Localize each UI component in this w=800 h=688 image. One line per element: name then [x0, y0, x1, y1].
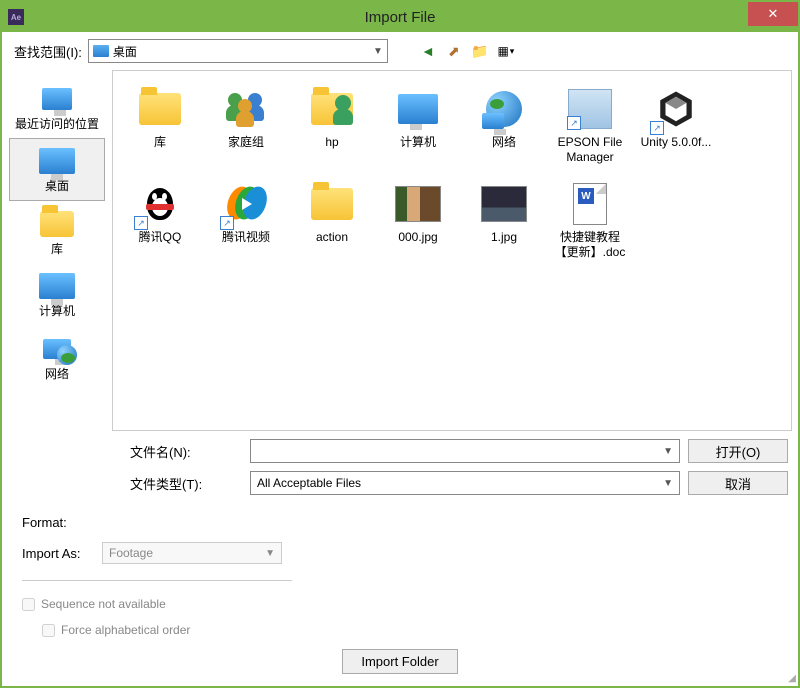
file-item-hp[interactable]: hp — [289, 81, 375, 176]
sidebar-item-recent[interactable]: 最近访问的位置 — [9, 76, 105, 138]
import-as-label: Import As: — [22, 546, 92, 561]
format-label: Format: — [22, 515, 92, 530]
file-item-homegroup[interactable]: 家庭组 — [203, 81, 289, 176]
close-button[interactable]: ✕ — [748, 2, 798, 26]
filename-section: 文件名(N): ▼ 打开(O) 文件类型(T): All Acceptable … — [112, 431, 798, 503]
toolbar: 查找范围(I): 桌面 ▼ ◄ ⬈ 📁 ▦▾ — [2, 32, 798, 70]
chevron-down-icon: ▼ — [265, 548, 275, 559]
file-item-unity[interactable]: ↗Unity 5.0.0f... — [633, 81, 719, 176]
cancel-button[interactable]: 取消 — [688, 471, 788, 495]
sequence-checkbox: Sequence not available — [22, 597, 778, 611]
file-item-network[interactable]: 网络 — [461, 81, 547, 176]
file-item-epson[interactable]: ↗EPSON File Manager — [547, 81, 633, 176]
divider — [22, 580, 292, 581]
file-item-tencent-video[interactable]: ↗腾讯视频 — [203, 176, 289, 271]
app-icon: Ae — [8, 9, 24, 25]
import-as-select[interactable]: Footage▼ — [102, 542, 282, 564]
view-menu-button[interactable]: ▦▾ — [496, 41, 516, 61]
chevron-down-icon: ▼ — [373, 46, 383, 57]
file-list[interactable]: 库 家庭组 hp 计算机 网络 ↗EPSON File Manager ↗Uni… — [112, 70, 792, 431]
file-item-computer[interactable]: 计算机 — [375, 81, 461, 176]
up-button[interactable]: ⬈ — [444, 41, 464, 61]
sidebar-item-desktop[interactable]: 桌面 — [9, 138, 105, 200]
lookin-value: 桌面 — [113, 43, 137, 60]
filetype-combo[interactable]: All Acceptable Files▼ — [250, 471, 680, 495]
sidebar-item-network[interactable]: 网络 — [9, 326, 105, 388]
lookin-combo[interactable]: 桌面 ▼ — [88, 39, 388, 63]
chevron-down-icon: ▼ — [663, 478, 673, 489]
filename-combo[interactable]: ▼ — [250, 439, 680, 463]
shortcut-icon: ↗ — [650, 121, 664, 135]
file-item-000jpg[interactable]: 000.jpg — [375, 176, 461, 271]
new-folder-button[interactable]: 📁 — [470, 41, 490, 61]
sidebar-item-computer[interactable]: 计算机 — [9, 263, 105, 325]
lookin-label: 查找范围(I): — [14, 42, 82, 61]
filetype-label: 文件类型(T): — [122, 474, 242, 493]
import-folder-button[interactable]: Import Folder — [342, 649, 457, 674]
image-thumbnail — [481, 186, 527, 222]
places-sidebar: 最近访问的位置 桌面 库 计算机 网络 — [2, 70, 112, 503]
alpha-order-checkbox: Force alphabetical order — [42, 623, 778, 637]
desktop-icon — [93, 45, 109, 57]
chevron-down-icon: ▼ — [663, 446, 673, 457]
file-item-libraries[interactable]: 库 — [117, 81, 203, 176]
word-doc-icon: W — [573, 183, 607, 225]
resize-grip[interactable]: ◢ — [788, 673, 796, 684]
back-button[interactable]: ◄ — [418, 41, 438, 61]
shortcut-icon: ↗ — [567, 116, 581, 130]
filename-label: 文件名(N): — [122, 442, 242, 461]
open-button[interactable]: 打开(O) — [688, 439, 788, 463]
titlebar[interactable]: Ae Import File ✕ — [2, 2, 798, 32]
import-file-dialog: Ae Import File ✕ 查找范围(I): 桌面 ▼ ◄ ⬈ 📁 ▦▾ … — [0, 0, 800, 688]
shortcut-icon: ↗ — [134, 216, 148, 230]
file-item-1jpg[interactable]: 1.jpg — [461, 176, 547, 271]
import-options: Format: Import As: Footage▼ Sequence not… — [2, 503, 798, 686]
shortcut-icon: ↗ — [220, 216, 234, 230]
image-thumbnail — [395, 186, 441, 222]
file-item-qq[interactable]: ↗腾讯QQ — [117, 176, 203, 271]
file-item-action[interactable]: action — [289, 176, 375, 271]
file-item-doc[interactable]: W快捷键教程【更新】.doc — [547, 176, 633, 271]
window-title: Import File — [365, 9, 436, 26]
sidebar-item-libraries[interactable]: 库 — [9, 201, 105, 263]
dialog-body: 最近访问的位置 桌面 库 计算机 网络 库 家庭组 h — [2, 70, 798, 503]
